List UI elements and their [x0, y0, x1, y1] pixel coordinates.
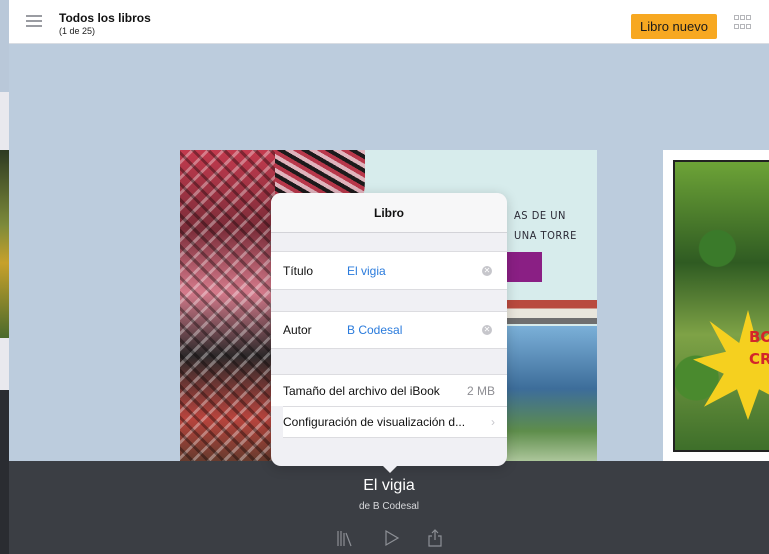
- page-count: (1 de 25): [59, 26, 96, 36]
- cover-burst-text: BO CREA: [749, 326, 769, 370]
- previous-panel-thumb-1: [0, 0, 9, 92]
- popover-title: Libro: [271, 193, 507, 233]
- file-size-label: Tamaño del archivo del iBook: [283, 383, 440, 398]
- book-cover-next[interactable]: BO CREA: [663, 150, 769, 466]
- previous-panel-thumb-2: [0, 150, 9, 338]
- cover-title-line-2: UNA TORRE: [514, 229, 577, 242]
- author-row[interactable]: Autor B Codesal ✕: [271, 311, 507, 349]
- popover-arrow: [379, 462, 401, 473]
- title-field[interactable]: El vigia: [347, 264, 386, 278]
- book-browser: Todos los libros (1 de 25) Libro nuevo A…: [9, 0, 769, 554]
- chevron-right-icon: ›: [491, 415, 495, 429]
- cover-title-text: AS DE UN UNA TORRE: [514, 206, 577, 246]
- display-settings-label: Configuración de visualización d...: [283, 415, 466, 429]
- clear-icon[interactable]: ✕: [482, 325, 492, 335]
- library-icon[interactable]: [335, 528, 355, 548]
- play-icon[interactable]: [381, 528, 401, 548]
- previous-panel-strip: [0, 0, 9, 554]
- share-icon[interactable]: [425, 528, 445, 548]
- burst-line-2: CREA: [749, 350, 769, 368]
- file-size-value: 2 MB: [466, 383, 495, 398]
- file-size-row: Tamaño del archivo del iBook 2 MB: [271, 374, 507, 406]
- book-title: El vigia: [363, 477, 415, 494]
- burst-line-1: BO: [749, 328, 769, 346]
- author-label: Autor: [283, 323, 312, 337]
- previous-panel-thumb-3: [0, 390, 9, 554]
- author-field[interactable]: B Codesal: [347, 323, 402, 337]
- book-author: de B Codesal: [358, 501, 420, 512]
- grid-view-icon[interactable]: [734, 15, 752, 32]
- title-label: Título: [283, 263, 314, 278]
- display-settings-row[interactable]: Configuración de visualización d... ›: [283, 406, 507, 438]
- cover-title-line-1: AS DE UN: [514, 209, 566, 222]
- clear-icon[interactable]: ✕: [482, 265, 492, 276]
- new-book-button[interactable]: Libro nuevo: [631, 14, 717, 39]
- menu-icon[interactable]: [26, 15, 42, 27]
- page-title: Todos los libros: [59, 11, 151, 25]
- cover-lilypad-art: [673, 160, 769, 452]
- header-bar: Todos los libros (1 de 25) Libro nuevo: [9, 0, 769, 44]
- title-row[interactable]: Título El vigia ✕: [271, 251, 507, 290]
- cover-pier-art: [505, 300, 597, 324]
- cover-sea-art: [500, 326, 597, 466]
- book-info-popover: Libro Título El vigia ✕ Autor B Codesal …: [271, 193, 507, 473]
- book-actions: [335, 528, 445, 550]
